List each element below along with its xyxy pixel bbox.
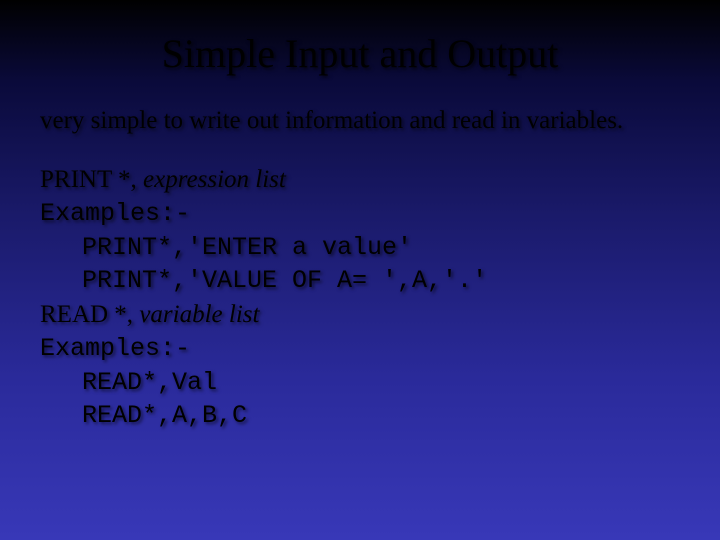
read-example-2: READ*,A,B,C [40, 399, 680, 433]
print-examples-label: Examples:- [40, 197, 680, 231]
print-syntax: PRINT *, expression list [40, 163, 680, 197]
read-syntax-prefix: READ *, [40, 301, 139, 328]
intro-text: very simple to write out information and… [40, 107, 680, 135]
read-syntax: READ *, variable list [40, 298, 680, 332]
print-syntax-prefix: PRINT *, [40, 166, 143, 193]
print-example-2: PRINT*,'VALUE OF A= ',A,'.' [40, 264, 680, 298]
print-example-1: PRINT*,'ENTER a value' [40, 231, 680, 265]
slide: Simple Input and Output very simple to w… [0, 0, 720, 540]
read-example-1: READ*,Val [40, 366, 680, 400]
read-examples-label: Examples:- [40, 332, 680, 366]
read-syntax-args: variable list [139, 301, 259, 328]
print-syntax-args: expression list [143, 166, 286, 193]
slide-title: Simple Input and Output [40, 30, 680, 77]
